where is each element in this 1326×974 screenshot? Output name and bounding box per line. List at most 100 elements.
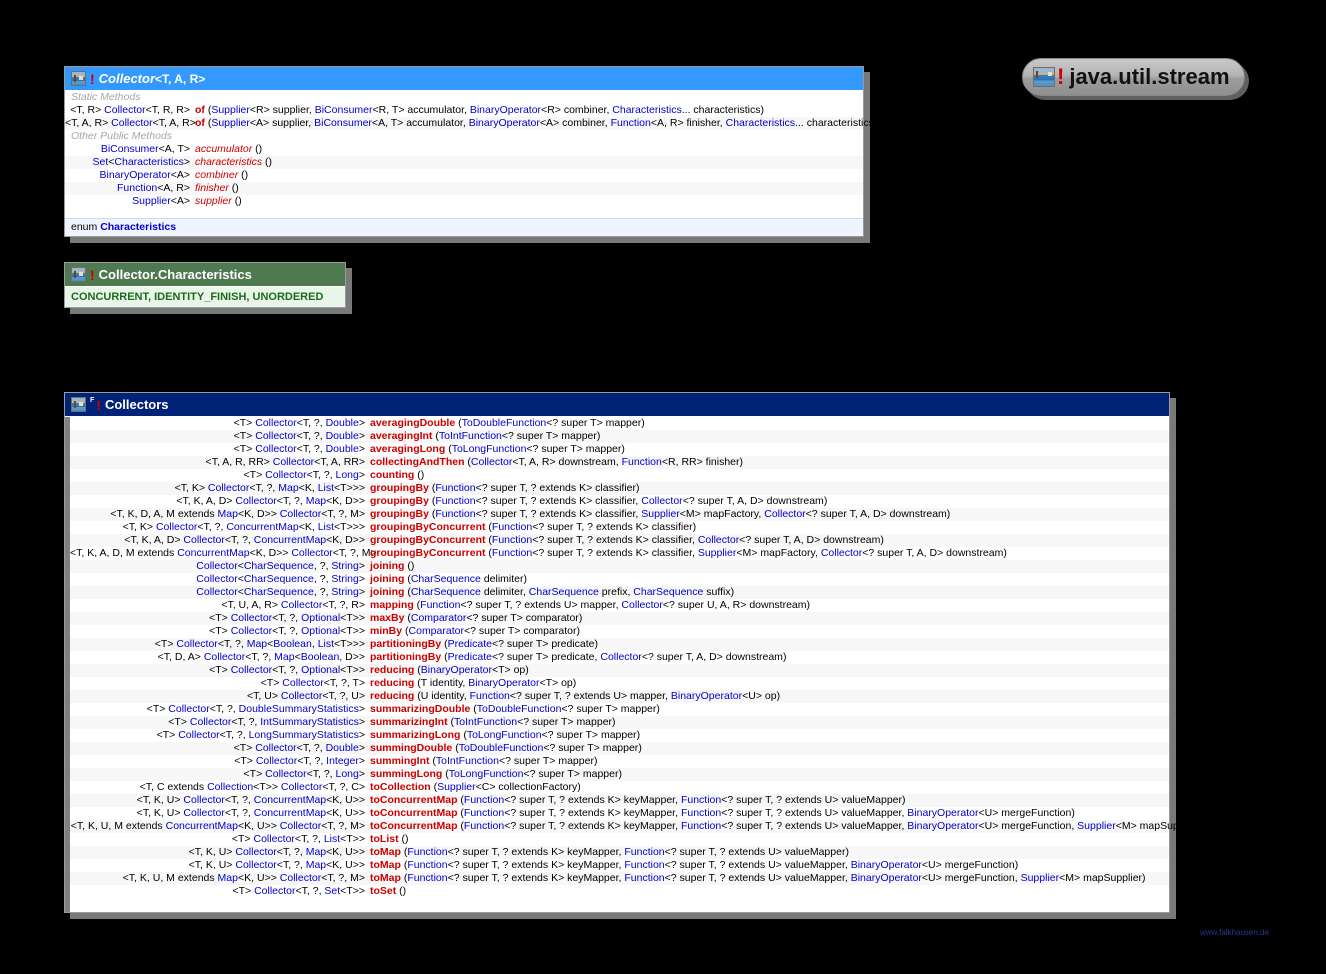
- class-box-collector-characteristics[interactable]: ! Collector.Characteristics CONCURRENT, …: [64, 262, 346, 308]
- member-row[interactable]: <T> Collector<T, ?, Long> counting (): [70, 469, 1169, 482]
- member-row[interactable]: <T> Collector<T, ?, List<T>> toList (): [70, 833, 1169, 846]
- member-name[interactable]: groupingByConcurrent: [370, 534, 486, 546]
- member-name[interactable]: averagingLong: [370, 443, 445, 455]
- member-row[interactable]: Function<A, R> finisher (): [65, 182, 863, 195]
- member-row[interactable]: <T> Collector<T, ?, Set<T>> toSet (): [70, 885, 1169, 898]
- member-row[interactable]: <T, K, A, D, M extends ConcurrentMap<K, …: [70, 547, 1169, 560]
- member-name[interactable]: of: [195, 117, 205, 129]
- package-badge[interactable]: ! java.util.stream: [1022, 58, 1245, 96]
- member-row[interactable]: <T> Collector<T, ?, Double> averagingInt …: [70, 430, 1169, 443]
- member-row[interactable]: <T> Collector<T, ?, DoubleSummaryStatist…: [70, 703, 1169, 716]
- member-row[interactable]: <T, U> Collector<T, ?, U> reducing (U ide…: [70, 690, 1169, 703]
- member-name[interactable]: maxBy: [370, 612, 404, 624]
- member-row[interactable]: <T> Collector<T, ?, Double> averagingDoub…: [70, 417, 1169, 430]
- member-row[interactable]: Supplier<A> supplier (): [65, 195, 863, 208]
- member-name[interactable]: summarizingInt: [370, 716, 448, 728]
- member-row[interactable]: <T> Collector<T, ?, Double> summingDouble…: [70, 742, 1169, 755]
- member-row[interactable]: <T, K, A, D> Collector<T, ?, Map<K, D>> g…: [70, 495, 1169, 508]
- member-name[interactable]: combiner: [195, 169, 238, 181]
- member-row[interactable]: <T, K> Collector<T, ?, ConcurrentMap<K, …: [70, 521, 1169, 534]
- nested-enum-name[interactable]: Characteristics: [100, 221, 176, 233]
- member-name[interactable]: groupingBy: [370, 482, 429, 494]
- member-row[interactable]: BiConsumer<A, T> accumulator (): [65, 143, 863, 156]
- member-name[interactable]: groupingByConcurrent: [370, 521, 486, 533]
- member-name[interactable]: toConcurrentMap: [370, 820, 458, 832]
- class-header-characteristics[interactable]: ! Collector.Characteristics: [65, 263, 345, 287]
- member-name[interactable]: groupingBy: [370, 508, 429, 520]
- member-row[interactable]: Set<Characteristics> characteristics (): [65, 156, 863, 169]
- member-name[interactable]: counting: [370, 469, 414, 481]
- member-row[interactable]: <T, K> Collector<T, ?, Map<K, List<T>>> g…: [70, 482, 1169, 495]
- member-row[interactable]: <T, R> Collector<T, R, R> of (Supplier<R>…: [65, 104, 863, 117]
- member-name[interactable]: toMap: [370, 859, 401, 871]
- member-name[interactable]: minBy: [370, 625, 402, 637]
- member-name[interactable]: reducing: [370, 677, 414, 689]
- member-name[interactable]: groupingBy: [370, 495, 429, 507]
- member-name[interactable]: toCollection: [370, 781, 431, 793]
- member-name[interactable]: partitioningBy: [370, 638, 441, 650]
- member-row[interactable]: <T, K, D, A, M extends Map<K, D>> Collec…: [70, 508, 1169, 521]
- member-row[interactable]: <T, D, A> Collector<T, ?, Map<Boolean, D…: [70, 651, 1169, 664]
- member-signature-name: groupingByConcurrent (Function<? super T…: [370, 521, 697, 533]
- member-name[interactable]: groupingByConcurrent: [370, 547, 486, 559]
- member-row[interactable]: <T, K, U, M extends ConcurrentMap<K, U>>…: [70, 820, 1202, 833]
- member-name[interactable]: reducing: [370, 690, 414, 702]
- member-row[interactable]: <T, A, R> Collector<T, A, R> of (Supplier…: [65, 117, 877, 130]
- member-name[interactable]: toMap: [370, 872, 401, 884]
- member-row[interactable]: <T, K, U> Collector<T, ?, Map<K, U>> toMa…: [70, 846, 1169, 859]
- member-name[interactable]: averagingDouble: [370, 417, 455, 429]
- member-name[interactable]: summarizingDouble: [370, 703, 470, 715]
- member-row[interactable]: <T> Collector<T, ?, Optional<T>> minBy (C…: [70, 625, 1169, 638]
- member-name[interactable]: reducing: [370, 664, 414, 676]
- member-name[interactable]: mapping: [370, 599, 414, 611]
- member-row[interactable]: <T> Collector<T, ?, Map<Boolean, List<T>…: [70, 638, 1169, 651]
- member-name[interactable]: toSet: [370, 885, 396, 897]
- member-row[interactable]: <T> Collector<T, ?, Integer> summingInt (…: [70, 755, 1169, 768]
- member-row[interactable]: Collector<CharSequence, ?, String> joinin…: [70, 560, 1169, 573]
- member-row[interactable]: BinaryOperator<A> combiner (): [65, 169, 863, 182]
- member-name[interactable]: toList: [370, 833, 399, 845]
- class-box-collector[interactable]: ! Collector<T, A, R> Static Methods <T, R…: [64, 66, 877, 237]
- member-name[interactable]: supplier: [195, 195, 232, 207]
- member-row[interactable]: <T, K, U, M extends Map<K, U>> Collector…: [70, 872, 1169, 885]
- member-row[interactable]: <T, A, R, RR> Collector<T, A, RR> collect…: [70, 456, 1169, 469]
- member-row[interactable]: <T> Collector<T, ?, Double> averagingLong…: [70, 443, 1169, 456]
- class-header-collector[interactable]: ! Collector<T, A, R>: [65, 67, 863, 91]
- member-name[interactable]: partitioningBy: [370, 651, 441, 663]
- member-name[interactable]: joining: [370, 573, 404, 585]
- member-name[interactable]: collectingAndThen: [370, 456, 465, 468]
- member-row[interactable]: <T> Collector<T, ?, Optional<T>> reducing…: [70, 664, 1169, 677]
- member-row[interactable]: <T, K, U> Collector<T, ?, Map<K, U>> toMa…: [70, 859, 1169, 872]
- member-name[interactable]: summingInt: [370, 755, 430, 767]
- member-name[interactable]: summarizingLong: [370, 729, 460, 741]
- member-name[interactable]: averagingInt: [370, 430, 432, 442]
- member-signature-type: <T, K, A, D> Collector<T, ?, Map<K, D>>: [176, 495, 365, 507]
- member-row[interactable]: Collector<CharSequence, ?, String> joinin…: [70, 573, 1169, 586]
- member-name[interactable]: accumulator: [195, 143, 252, 155]
- member-row[interactable]: <T> Collector<T, ?, T> reducing (T identi…: [70, 677, 1169, 690]
- member-signature-type: <T, K, U, M extends ConcurrentMap<K, U>>…: [70, 820, 365, 832]
- member-row[interactable]: <T, K, U> Collector<T, ?, ConcurrentMap<…: [70, 794, 1169, 807]
- nested-enum-row[interactable]: enum Characteristics: [65, 218, 863, 236]
- member-row[interactable]: <T, K, A, D> Collector<T, ?, ConcurrentM…: [70, 534, 1169, 547]
- member-name[interactable]: characteristics: [195, 156, 262, 168]
- member-row[interactable]: <T> Collector<T, ?, Optional<T>> maxBy (C…: [70, 612, 1169, 625]
- member-name[interactable]: finisher: [195, 182, 229, 194]
- class-box-collectors[interactable]: F ! Collectors <T> Collector<T, ?, Doubl…: [64, 392, 1202, 913]
- member-name[interactable]: toConcurrentMap: [370, 794, 458, 806]
- member-row[interactable]: <T, K, U> Collector<T, ?, ConcurrentMap<…: [70, 807, 1169, 820]
- member-name[interactable]: toMap: [370, 846, 401, 858]
- member-name[interactable]: joining: [370, 560, 404, 572]
- member-row[interactable]: <T> Collector<T, ?, IntSummaryStatistics…: [70, 716, 1169, 729]
- member-row[interactable]: <T, U, A, R> Collector<T, ?, R> mapping (…: [70, 599, 1169, 612]
- member-name[interactable]: toConcurrentMap: [370, 807, 458, 819]
- member-name[interactable]: of: [195, 104, 205, 116]
- member-row[interactable]: Collector<CharSequence, ?, String> joinin…: [70, 586, 1169, 599]
- class-header-collectors[interactable]: F ! Collectors: [65, 393, 1169, 417]
- member-row[interactable]: <T> Collector<T, ?, Long> summingLong (To…: [70, 768, 1169, 781]
- member-row[interactable]: <T, C extends Collection<T>> Collector<T…: [70, 781, 1169, 794]
- member-name[interactable]: joining: [370, 586, 404, 598]
- member-name[interactable]: summingLong: [370, 768, 442, 780]
- member-name[interactable]: summingDouble: [370, 742, 452, 754]
- member-row[interactable]: <T> Collector<T, ?, LongSummaryStatistic…: [70, 729, 1169, 742]
